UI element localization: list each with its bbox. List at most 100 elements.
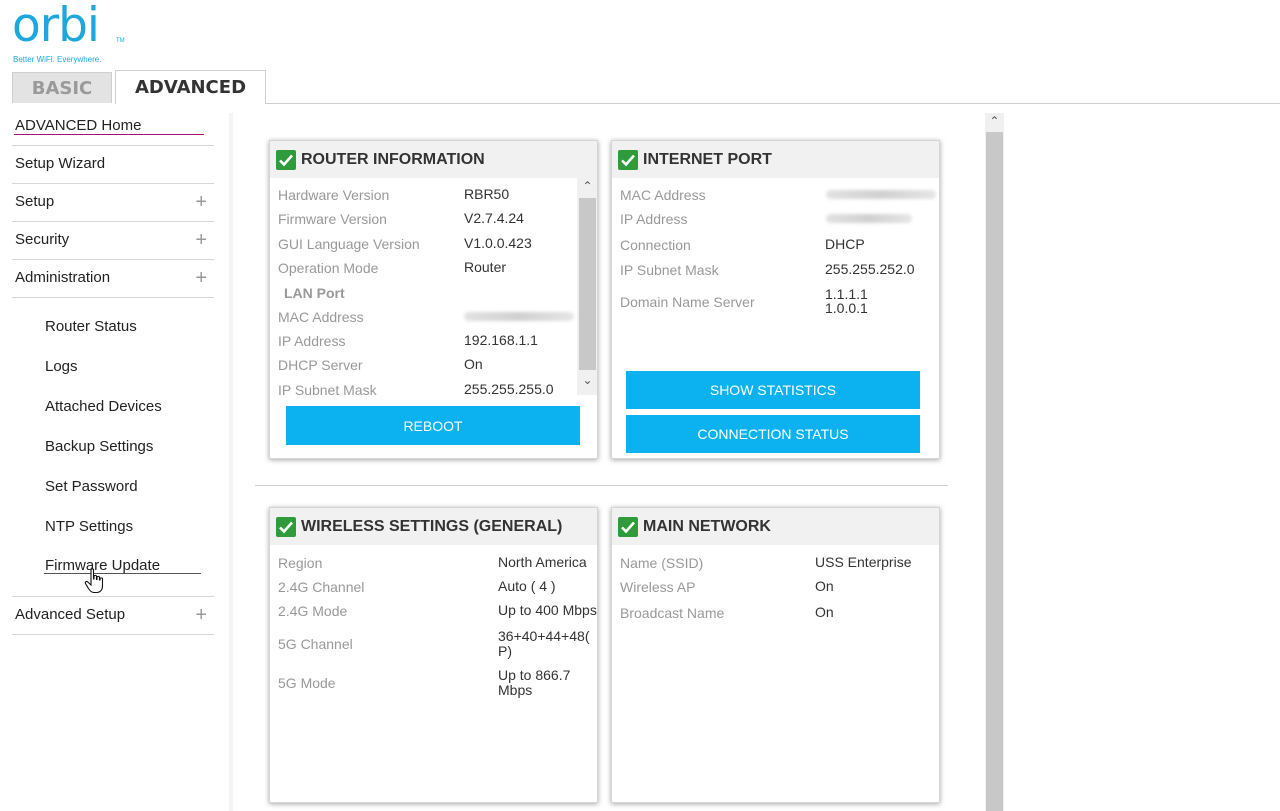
info-label: Domain Name Server	[620, 294, 755, 310]
reboot-button[interactable]: REBOOT	[286, 406, 580, 445]
scrollbar-thumb[interactable]	[986, 132, 1003, 811]
redacted-mac-value	[464, 312, 574, 321]
check-icon	[276, 149, 296, 170]
panel-title: INTERNET PORT	[643, 150, 772, 168]
info-value: Router	[464, 259, 507, 275]
info-label: 2.4G Mode	[278, 603, 348, 619]
section-label: LAN Port	[284, 285, 345, 301]
nav-setup[interactable]: Setup +	[12, 184, 214, 222]
panel-title: WIRELESS SETTINGS (GENERAL)	[301, 517, 563, 535]
nav-label: Administration	[15, 269, 111, 286]
info-value: On	[815, 604, 834, 620]
connection-status-button[interactable]: CONNECTION STATUS	[626, 415, 920, 453]
wireless-settings-panel: WIRELESS SETTINGS (GENERAL)	[269, 507, 598, 803]
info-label: Broadcast Name	[620, 605, 725, 621]
info-value: On	[815, 578, 834, 594]
panel-header: ROUTER INFORMATION	[270, 141, 597, 178]
expand-plus-icon[interactable]: +	[195, 260, 207, 296]
nav-ntp-settings[interactable]: NTP Settings	[45, 518, 133, 535]
tab-basic[interactable]: BASIC	[12, 72, 112, 103]
info-value: P)	[498, 643, 512, 659]
nav-advanced-home[interactable]: ADVANCED Home	[12, 108, 214, 146]
logo-trademark: TM	[116, 38, 125, 44]
panel-header: MAIN NETWORK	[612, 508, 939, 545]
info-label: IP Subnet Mask	[620, 262, 719, 278]
info-value: 255.255.252.0	[825, 261, 915, 277]
redacted-mac-value	[826, 190, 936, 199]
nav-attached-devices[interactable]: Attached Devices	[45, 398, 162, 415]
main-network-panel: MAIN NETWORK	[611, 507, 940, 803]
info-label: 5G Mode	[278, 675, 336, 691]
logo-tagline: Better WiFi. Everywhere.	[13, 55, 102, 64]
scroll-up-arrow-icon[interactable]: ⌃	[579, 179, 596, 193]
info-value: 36+40+44+48(	[498, 628, 590, 644]
nav-label: ADVANCED Home	[15, 117, 142, 134]
check-icon	[618, 516, 638, 537]
info-value: 1.0.0.1	[825, 300, 868, 316]
info-label: 5G Channel	[278, 636, 353, 652]
info-label: Firmware Version	[278, 211, 387, 227]
info-value: Mbps	[498, 682, 533, 698]
scrollbar-thumb[interactable]	[579, 198, 596, 370]
nav-label: Setup Wizard	[15, 155, 106, 172]
show-statistics-button[interactable]: SHOW STATISTICS	[626, 371, 920, 409]
nav-backup-settings[interactable]: Backup Settings	[45, 438, 153, 455]
info-label: Region	[278, 555, 323, 571]
info-label: DHCP Server	[278, 357, 363, 373]
nav-label: Advanced Setup	[15, 606, 126, 623]
info-value: V2.7.4.24	[464, 210, 524, 226]
info-label: Name (SSID)	[620, 555, 704, 571]
check-icon	[276, 516, 296, 537]
nav-label: Security	[15, 231, 70, 248]
info-value: Up to 400 Mbps	[498, 602, 597, 618]
hand-pointer-icon	[84, 568, 106, 594]
info-value: RBR50	[464, 186, 510, 202]
section-divider	[255, 485, 948, 486]
info-value: Auto ( 4 )	[498, 578, 556, 594]
info-label: Wireless AP	[620, 579, 696, 595]
nav-set-password[interactable]: Set Password	[45, 478, 138, 495]
sidebar-gutter	[229, 113, 233, 811]
info-label: MAC Address	[620, 187, 706, 203]
scroll-up-arrow-icon[interactable]: ⌃	[986, 114, 1003, 128]
nav-logs[interactable]: Logs	[45, 358, 78, 375]
nav-setup-wizard[interactable]: Setup Wizard	[12, 146, 214, 184]
info-label: MAC Address	[278, 309, 364, 325]
info-label: IP Address	[278, 333, 346, 349]
nav-administration[interactable]: Administration +	[12, 260, 214, 298]
hover-underline	[44, 573, 201, 574]
info-value: Up to 866.7	[498, 667, 571, 683]
redacted-ip-value	[826, 214, 912, 223]
tab-advanced[interactable]: ADVANCED	[115, 70, 266, 104]
nav-advanced-setup[interactable]: Advanced Setup +	[12, 597, 214, 635]
panel-header: INTERNET PORT	[612, 141, 939, 178]
logo-wordmark: orbi	[12, 0, 100, 53]
info-label: IP Subnet Mask	[278, 382, 377, 398]
info-value: V1.0.0.423	[464, 235, 532, 251]
expand-plus-icon[interactable]: +	[195, 597, 207, 633]
info-value: 255.255.255.0	[464, 381, 554, 397]
info-label: GUI Language Version	[278, 236, 420, 252]
info-value: 192.168.1.1	[464, 332, 538, 348]
orbi-logo: orbi TM Better WiFi. Everywhere.	[12, 2, 132, 66]
panel-title: MAIN NETWORK	[643, 517, 771, 535]
active-underline	[14, 134, 204, 135]
info-label: Hardware Version	[278, 187, 390, 203]
info-label: 2.4G Channel	[278, 579, 365, 595]
info-value: North America	[498, 554, 587, 570]
scroll-down-arrow-icon[interactable]: ⌄	[579, 373, 596, 387]
info-label: IP Address	[620, 211, 688, 227]
nav-security[interactable]: Security +	[12, 222, 214, 260]
expand-plus-icon[interactable]: +	[195, 184, 207, 220]
info-label: Connection	[620, 237, 691, 253]
info-value: On	[464, 356, 483, 372]
nav-label: Setup	[15, 193, 55, 210]
panel-title: ROUTER INFORMATION	[301, 150, 485, 168]
panel-header: WIRELESS SETTINGS (GENERAL)	[270, 508, 597, 545]
expand-plus-icon[interactable]: +	[195, 222, 207, 258]
info-value: USS Enterprise	[815, 554, 912, 570]
info-label: Operation Mode	[278, 260, 379, 276]
info-value: DHCP	[825, 236, 865, 252]
check-icon	[618, 149, 638, 170]
nav-router-status[interactable]: Router Status	[45, 318, 137, 335]
